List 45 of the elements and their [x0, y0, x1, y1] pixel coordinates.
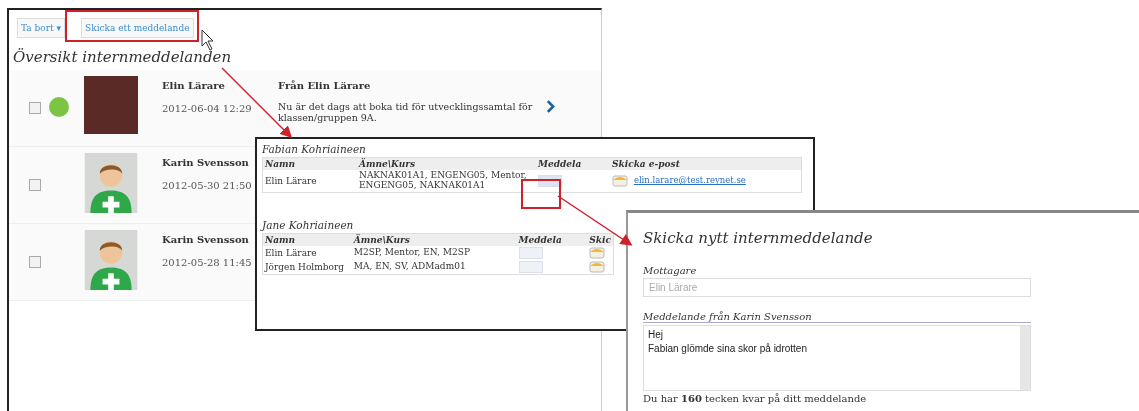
- send-message-button[interactable]: Skicka ett meddelande: [81, 18, 194, 38]
- person-avatar-icon: [84, 153, 138, 213]
- email-icon[interactable]: [612, 174, 628, 187]
- email-icon[interactable]: [589, 246, 606, 259]
- checkbox[interactable]: [29, 102, 41, 114]
- highlight-frame: [521, 179, 561, 209]
- checkbox[interactable]: [29, 179, 41, 191]
- message-subject: Från Elin Lärare: [278, 80, 372, 91]
- column-header: Skicka e-post: [610, 157, 802, 170]
- field-label: Mottagare: [643, 265, 698, 276]
- photo-placeholder: [84, 76, 138, 134]
- column-header: Ämne\Kurs: [357, 157, 536, 170]
- table-cell: M2SP, Mentor, EN, M2SP: [351, 245, 517, 260]
- column-header: Namn: [262, 157, 357, 170]
- field-label: Meddelande från Karin Svensson: [643, 311, 1031, 323]
- column-header: Skic: [587, 233, 614, 246]
- table-cell: NAKNAK01A1, ENGENG05, Mentor, ENGENG05, NAKNAK01A1: [357, 170, 536, 193]
- sender-name: Karin Svensson: [162, 234, 250, 245]
- email-link[interactable]: elin.larare@test.reynet.se: [633, 175, 746, 186]
- column-header: Meddela: [516, 233, 588, 246]
- column-header: Meddela: [536, 157, 610, 170]
- table-cell: Elin Lärare: [262, 170, 357, 193]
- email-icon[interactable]: [589, 260, 606, 273]
- table-cell: Elin Lärare: [262, 245, 352, 260]
- table-cell: MA, EN, SV, ADMadm01: [351, 259, 517, 275]
- delete-menu[interactable]: Ta bort ▾: [17, 18, 65, 38]
- chevron-right-icon[interactable]: [546, 100, 555, 113]
- table-cell: Jörgen Holmborg: [262, 259, 352, 275]
- page-heading: Översikt internmeddelanden: [13, 48, 233, 66]
- message-field[interactable]: Hej Fabian glömde sina skor på idrotten: [643, 325, 1031, 391]
- character-counter: Du har 160 tecken kvar på ditt meddelande: [643, 393, 868, 404]
- message-preview: Nu är det dags att boka tid för utvecklingssamtal för klassen/gruppen 9A.: [278, 101, 534, 124]
- person-avatar-icon: [84, 230, 138, 290]
- sender-name: Elin Lärare: [162, 80, 226, 91]
- mouse-cursor-icon: [201, 29, 214, 51]
- message-date: 2012-05-28 11:45: [162, 257, 253, 268]
- column-header: Ämne\Kurs: [351, 233, 517, 246]
- dialog-title: Skicka nytt internmeddelande: [643, 229, 874, 247]
- student-name: Jane Kohriaineen: [262, 218, 355, 231]
- message-date: 2012-06-04 12:29: [162, 103, 253, 114]
- column-header: Namn: [262, 233, 352, 246]
- scrollbar[interactable]: [1020, 326, 1030, 390]
- message-date: 2012-05-30 21:50: [162, 180, 253, 191]
- checkbox[interactable]: [29, 256, 41, 268]
- sender-name: Karin Svensson: [162, 157, 250, 168]
